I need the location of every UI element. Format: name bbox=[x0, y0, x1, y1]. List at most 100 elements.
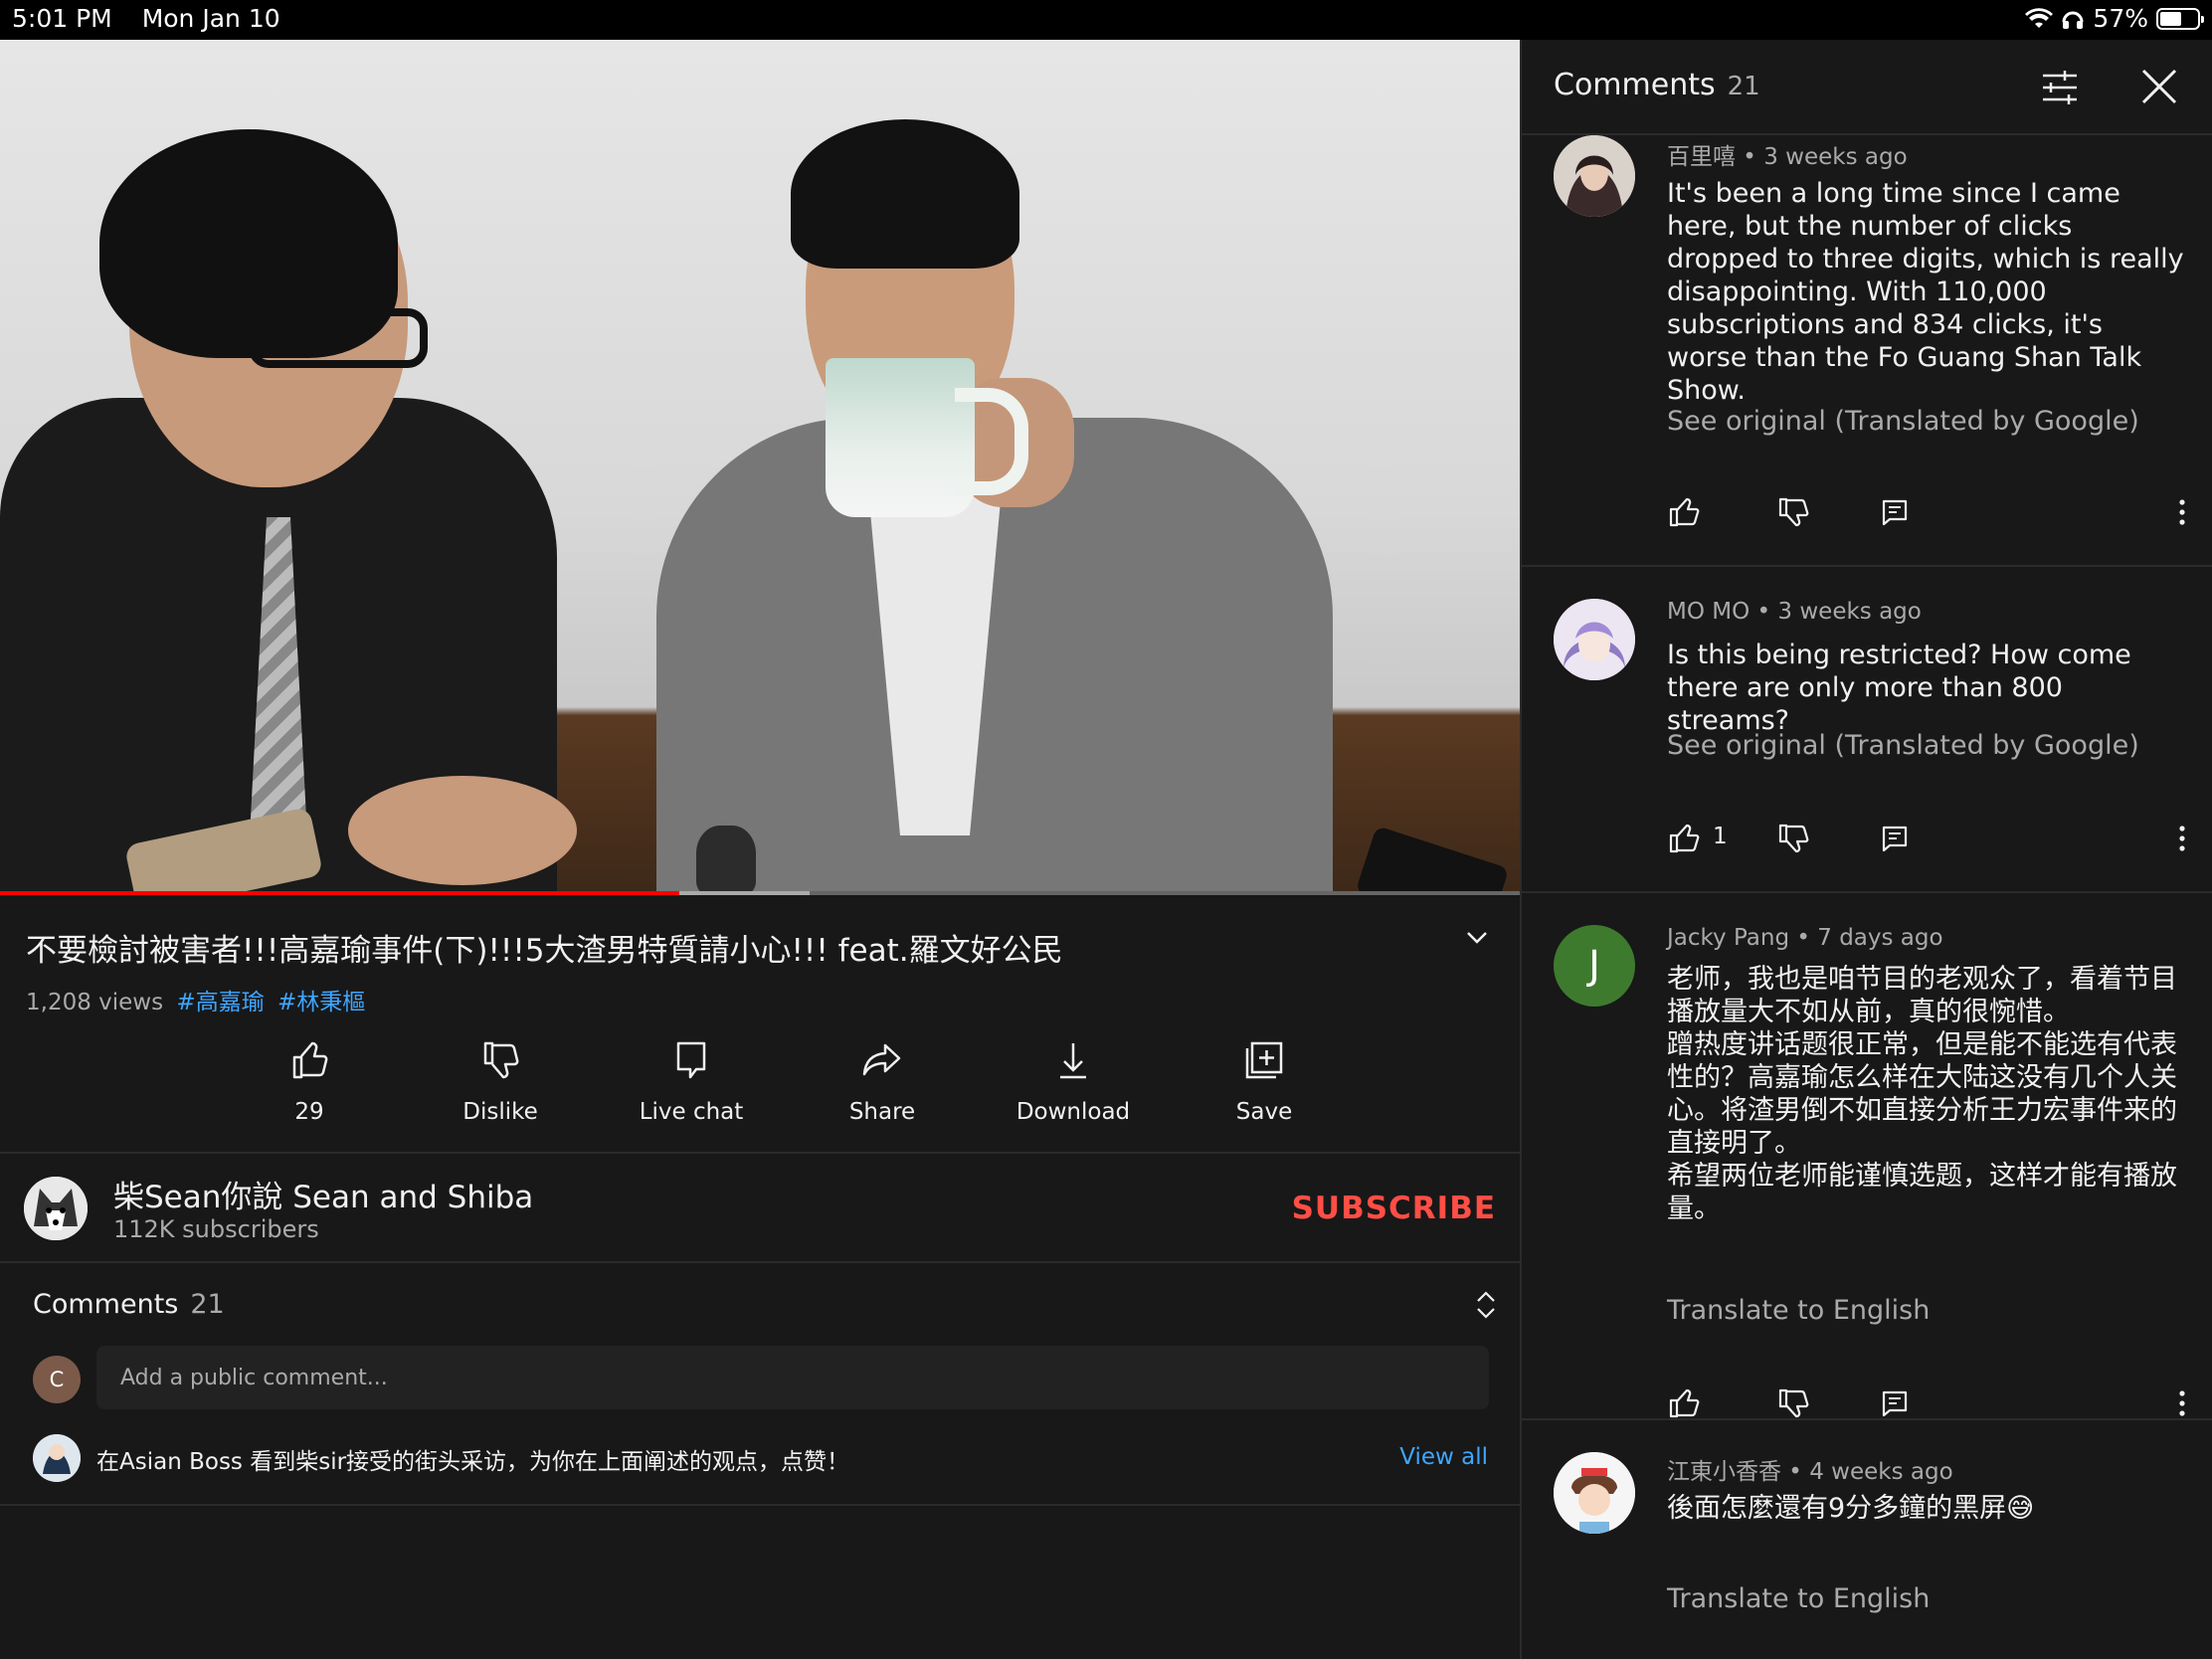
teaser-comment-text[interactable]: 在Asian Boss 看到柴sir接受的街头采访，为你在上面阐述的观点，点赞！ bbox=[96, 1442, 849, 1476]
save-playlist-icon bbox=[1245, 1041, 1283, 1079]
comment-author[interactable]: 百里嘻 bbox=[1667, 144, 1736, 170]
comment-time: 3 weeks ago bbox=[1763, 144, 1908, 170]
status-time: 5:01 PM bbox=[12, 4, 112, 33]
channel-avatar[interactable] bbox=[24, 1177, 88, 1240]
reply-icon[interactable] bbox=[1878, 822, 1912, 855]
more-options-icon[interactable] bbox=[2170, 1386, 2194, 1420]
thumbs-down-icon[interactable] bbox=[1776, 1386, 1810, 1420]
sort-filter-icon[interactable] bbox=[2039, 68, 2081, 107]
save-label: Save bbox=[1235, 1099, 1293, 1125]
status-bar: 5:01 PM Mon Jan 10 57% bbox=[0, 0, 2212, 40]
reply-icon[interactable] bbox=[1878, 1386, 1912, 1420]
divider bbox=[0, 1504, 1520, 1506]
see-original-link[interactable]: See original (Translated by Google) bbox=[1667, 406, 2139, 437]
husky-icon bbox=[24, 1177, 88, 1240]
battery-percent: 57% bbox=[2093, 4, 2148, 33]
comments-header[interactable]: Comments 21 bbox=[33, 1289, 225, 1320]
comment-time: 3 weeks ago bbox=[1777, 599, 1922, 625]
live-chat-button[interactable]: Live chat bbox=[596, 1039, 787, 1125]
video-dog-figure bbox=[696, 826, 756, 895]
hashtag[interactable]: #高嘉瑜 bbox=[176, 990, 264, 1015]
comment-avatar[interactable] bbox=[1554, 1452, 1635, 1534]
download-button[interactable]: Download bbox=[978, 1039, 1169, 1125]
download-icon bbox=[1060, 1043, 1086, 1079]
channel-name[interactable]: 柴Sean你說 Sean and Shiba bbox=[113, 1172, 533, 1216]
video-title[interactable]: 不要檢討被害者!!!高嘉瑜事件(下)!!!5大渣男特質請小心!!! feat.羅… bbox=[26, 925, 1438, 970]
wifi-icon bbox=[2025, 7, 2054, 28]
like-button[interactable]: 29 bbox=[214, 1039, 405, 1125]
comment-item: 百里嘻 • 3 weeks ago It's been a long time … bbox=[1522, 135, 2212, 567]
comment-item: 江東小香香 • 4 weeks ago 後面怎麼還有9分多鐘的黑屏😅 Trans… bbox=[1522, 1420, 2212, 1659]
subscriber-count: 112K subscribers bbox=[113, 1215, 319, 1243]
comment-author[interactable]: MO MO bbox=[1667, 599, 1750, 625]
like-count: 29 bbox=[294, 1099, 324, 1125]
panel-comment-count: 21 bbox=[1727, 72, 1760, 101]
chevron-down-icon[interactable] bbox=[1464, 925, 1490, 951]
teaser-avatar bbox=[33, 1434, 81, 1482]
video-glasses bbox=[249, 308, 428, 368]
close-icon[interactable] bbox=[2138, 66, 2180, 107]
divider bbox=[0, 1152, 1520, 1154]
see-original-link[interactable]: See original (Translated by Google) bbox=[1667, 730, 2139, 761]
avatar-anime-icon bbox=[1554, 599, 1635, 680]
comment-meta: MO MO • 3 weeks ago bbox=[1667, 599, 1922, 625]
comment-item: MO MO • 3 weeks ago Is this being restri… bbox=[1522, 567, 2212, 893]
comment-time: 7 days ago bbox=[1817, 925, 1943, 951]
video-progress-bar[interactable] bbox=[0, 891, 1520, 895]
avatar-illustration-icon bbox=[33, 1434, 81, 1482]
battery-icon bbox=[2156, 7, 2204, 30]
avatar-cartoon-icon bbox=[1554, 1452, 1635, 1534]
avatar-portrait-icon bbox=[1554, 135, 1635, 217]
comment-text: 老师，我也是咱节目的老观众了，看着节目播放量大不如从前，真的很惋惜。 蹭热度讲话… bbox=[1667, 964, 2177, 1224]
comment-meta: 百里嘻 • 3 weeks ago bbox=[1667, 144, 1908, 170]
comment-text: Is this being restricted? How come there… bbox=[1667, 640, 2131, 736]
comment-avatar[interactable] bbox=[1554, 599, 1635, 680]
share-label: Share bbox=[848, 1099, 916, 1125]
reply-icon[interactable] bbox=[1878, 495, 1912, 529]
comment-actions bbox=[1667, 495, 2194, 531]
headphones-icon bbox=[2062, 11, 2084, 29]
comment-meta: 江東小香香 • 4 weeks ago bbox=[1667, 1459, 1953, 1485]
translate-link[interactable]: Translate to English bbox=[1667, 1295, 1930, 1326]
comment-meta: Jacky Pang • 7 days ago bbox=[1667, 925, 1943, 951]
hashtag[interactable]: #林秉樞 bbox=[277, 990, 365, 1015]
video-hand-left bbox=[348, 776, 577, 885]
comment-author[interactable]: Jacky Pang bbox=[1667, 925, 1789, 951]
thumbs-up-icon[interactable] bbox=[1667, 822, 1701, 855]
comments-panel-header: Comments 21 bbox=[1522, 40, 2212, 135]
status-date: Mon Jan 10 bbox=[141, 4, 280, 33]
comment-author[interactable]: 江東小香香 bbox=[1667, 1459, 1781, 1485]
share-button[interactable]: Share bbox=[787, 1039, 978, 1125]
dislike-button[interactable]: Dislike bbox=[405, 1039, 596, 1125]
save-button[interactable]: Save bbox=[1169, 1039, 1360, 1125]
comment-input[interactable] bbox=[96, 1346, 1489, 1409]
video-player[interactable] bbox=[0, 40, 1520, 895]
video-hair-right bbox=[791, 119, 1019, 269]
action-row: 29 Dislike Live chat Share Download Save bbox=[214, 1039, 1360, 1125]
subscribe-button[interactable]: SUBSCRIBE bbox=[1292, 1191, 1496, 1226]
video-phone-right bbox=[1355, 826, 1510, 895]
live-chat-label: Live chat bbox=[639, 1099, 744, 1125]
download-label: Download bbox=[1015, 1099, 1131, 1125]
thumbs-down-icon[interactable] bbox=[1776, 822, 1810, 855]
comment-time: 4 weeks ago bbox=[1809, 1459, 1953, 1485]
video-mug-handle bbox=[955, 388, 1028, 495]
thumbs-up-icon[interactable] bbox=[1667, 1386, 1701, 1420]
thumbs-up-icon[interactable] bbox=[1667, 495, 1701, 529]
translate-link[interactable]: Translate to English bbox=[1667, 1583, 1930, 1614]
dislike-label: Dislike bbox=[462, 1099, 538, 1125]
view-all-link[interactable]: View all bbox=[1399, 1444, 1488, 1470]
comment-like-count: 1 bbox=[1713, 824, 1728, 849]
thumbs-down-icon[interactable] bbox=[1776, 495, 1810, 529]
comments-title: Comments bbox=[33, 1289, 179, 1320]
comment-actions bbox=[1667, 1386, 2194, 1422]
divider bbox=[0, 1261, 1520, 1263]
comment-text: It's been a long time since I came here,… bbox=[1667, 178, 2184, 406]
comment-avatar[interactable]: J bbox=[1554, 925, 1635, 1007]
progress-buffered bbox=[679, 891, 811, 895]
more-options-icon[interactable] bbox=[2170, 822, 2194, 855]
more-options-icon[interactable] bbox=[2170, 495, 2194, 529]
expand-icon[interactable] bbox=[1474, 1289, 1498, 1321]
comment-avatar[interactable] bbox=[1554, 135, 1635, 217]
comments-panel: Comments 21 百里嘻 • 3 weeks ago It's been a… bbox=[1520, 40, 2212, 1659]
